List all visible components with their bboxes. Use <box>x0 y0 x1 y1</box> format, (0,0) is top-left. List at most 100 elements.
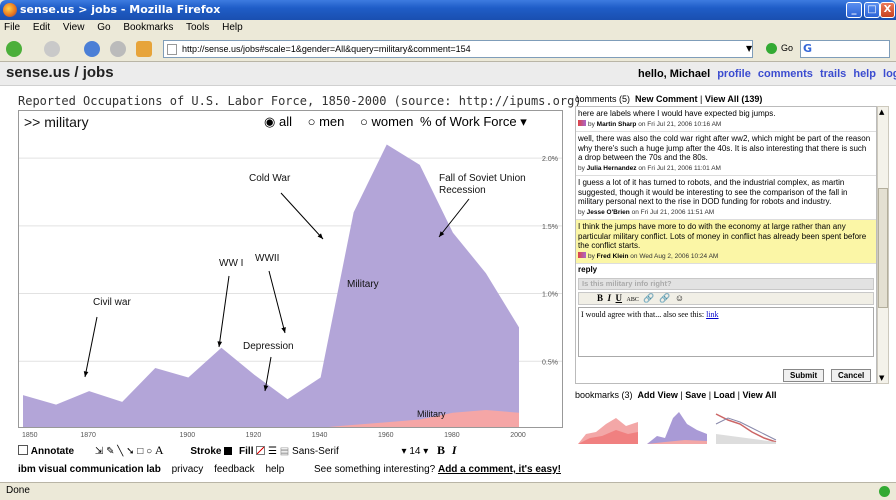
stroke-color-swatch[interactable] <box>224 447 233 455</box>
comment-author[interactable]: Fred Klein <box>597 253 629 260</box>
bookmark-thumbnail[interactable] <box>576 404 640 446</box>
annotation-ww2: WWII <box>255 253 279 264</box>
status-text: Done <box>6 485 30 496</box>
arrow-civil-war-head <box>83 371 89 377</box>
spellcheck-icon[interactable]: ABC <box>627 297 639 303</box>
go-button[interactable]: Go <box>781 43 793 53</box>
profile-link[interactable]: profile <box>717 68 751 80</box>
save-link[interactable]: Save <box>685 390 706 400</box>
menu-bookmarks[interactable]: Bookmarks <box>123 22 173 33</box>
back-icon[interactable] <box>6 41 22 57</box>
bold-format-button[interactable]: B <box>597 293 603 303</box>
italic-format-button[interactable]: I <box>608 293 612 303</box>
pen-tool-icon[interactable]: ✎ <box>106 446 114 457</box>
trails-link[interactable]: trails <box>820 68 846 80</box>
line-weight-icon[interactable]: ☰ <box>268 446 277 457</box>
annotate-checkbox[interactable] <box>18 445 28 455</box>
help-link[interactable]: help <box>853 68 876 80</box>
bookmark-thumbnail[interactable] <box>714 404 778 446</box>
menu-go[interactable]: Go <box>97 22 110 33</box>
scrollbar-thumb[interactable] <box>878 188 888 308</box>
comment-author[interactable]: Martin Sharp <box>597 121 637 128</box>
comment-author[interactable]: Jesse O'Brien <box>587 209 630 216</box>
menu-view[interactable]: View <box>63 22 85 33</box>
text-tool-icon[interactable]: A <box>155 443 164 457</box>
menu-tools[interactable]: Tools <box>186 22 209 33</box>
reply-link[interactable]: reply <box>576 264 876 275</box>
view-all-comments-link[interactable]: View All (139) <box>705 94 763 104</box>
annotation-civil-war: Civil war <box>93 297 131 308</box>
radio-all[interactable]: ◉ all <box>264 114 298 129</box>
stroke-label: Stroke <box>190 446 222 457</box>
italic-button[interactable]: I <box>452 443 457 457</box>
submit-button[interactable]: Submit <box>783 369 825 382</box>
url-bar[interactable]: http://sense.us/jobs#scale=1&gender=All&… <box>163 40 753 58</box>
google-icon: G <box>803 42 813 55</box>
comment-item[interactable]: I guess a lot of it has turned to robots… <box>576 176 876 220</box>
menu-edit[interactable]: Edit <box>33 22 50 33</box>
measure-dropdown[interactable]: % of Work Force ▾ <box>420 114 527 130</box>
arrow-tool-icon[interactable]: ➘ <box>126 446 134 457</box>
comment-author[interactable]: Julia Hernandez <box>587 165 637 172</box>
query-label[interactable]: >> military <box>24 114 89 130</box>
close-button[interactable]: X <box>880 2 895 18</box>
rect-tool-icon[interactable]: □ <box>137 446 143 457</box>
radio-men[interactable]: ○ men <box>308 114 351 129</box>
comment-item-selected[interactable]: I think the jumps have more to do with t… <box>576 220 876 264</box>
pointer-tool-icon[interactable]: ⇲ <box>95 446 103 457</box>
ibm-lab-link[interactable]: ibm visual communication lab <box>18 464 161 475</box>
cancel-button[interactable]: Cancel <box>831 369 872 382</box>
chevron-down-icon: ▾ <box>520 114 527 129</box>
menu-file[interactable]: File <box>4 22 20 33</box>
radio-women-label: women <box>371 114 414 129</box>
menu-bar: File Edit View Go Bookmarks Tools Help <box>0 20 896 36</box>
comment-item[interactable]: here are labels where I would have expec… <box>576 107 876 132</box>
menu-help[interactable]: Help <box>222 22 243 33</box>
radio-women[interactable]: ○ women <box>360 114 419 129</box>
ellipse-tool-icon[interactable]: ○ <box>146 446 152 457</box>
underline-format-button[interactable]: U <box>616 293 623 303</box>
annotation-depression: Depression <box>243 341 294 352</box>
view-all-bookmarks-link[interactable]: View All <box>742 390 776 400</box>
go-icon[interactable] <box>766 43 777 54</box>
trail-icon <box>578 251 586 258</box>
footer-help-link[interactable]: help <box>265 464 284 475</box>
unlink-icon[interactable]: 🔗 <box>659 293 670 303</box>
scroll-down-icon[interactable]: ▼ <box>879 374 884 382</box>
maximize-button[interactable]: □ <box>864 2 880 18</box>
reload-icon[interactable] <box>84 41 100 57</box>
smiley-icon[interactable]: ☺ <box>675 293 684 303</box>
logout-link[interactable]: logout <box>883 68 896 80</box>
font-size-select[interactable]: ▾ 14 ▾ <box>402 446 429 457</box>
minimize-button[interactable]: _ <box>846 2 862 18</box>
home-icon[interactable] <box>136 41 152 57</box>
comment-text: I guess a lot of it has turned to robots… <box>578 178 848 206</box>
bookmark-thumbnail[interactable] <box>645 404 709 446</box>
add-view-link[interactable]: Add View <box>638 390 678 400</box>
search-box[interactable]: G <box>800 40 890 58</box>
load-link[interactable]: Load <box>714 390 736 400</box>
reply-link-anchor[interactable]: link <box>706 310 718 319</box>
comments-link[interactable]: comments <box>758 68 813 80</box>
line-style-icon[interactable]: ▤ <box>280 446 289 457</box>
bold-button[interactable]: B <box>437 443 445 457</box>
scroll-up-icon[interactable]: ▲ <box>879 108 884 116</box>
site-logo[interactable]: sense.us / jobs <box>6 64 114 81</box>
comment-item[interactable]: well, there was also the cold war right … <box>576 132 876 176</box>
stop-icon[interactable] <box>110 41 126 57</box>
comment-text: well, there was also the cold war right … <box>578 134 871 162</box>
comment-body-textarea[interactable]: I would agree with that... also see this… <box>578 307 874 357</box>
chart-area[interactable]: 0.5% 1.0% 1.5% 2.0% Civil war WW I WWII Depress… <box>18 110 563 428</box>
link-icon[interactable]: 🔗 <box>643 293 654 303</box>
annotation-ww1: WW I <box>219 258 243 269</box>
line-tool-icon[interactable]: ╲ <box>117 446 123 457</box>
privacy-link[interactable]: privacy <box>172 464 204 475</box>
forward-icon[interactable] <box>44 41 60 57</box>
comment-subject-input[interactable]: Is this military info right? <box>578 278 874 290</box>
add-comment-link[interactable]: Add a comment, it's easy! <box>438 464 561 475</box>
fill-none-swatch[interactable] <box>256 446 266 455</box>
new-comment-link[interactable]: New Comment <box>635 94 698 104</box>
font-family-select[interactable]: Sans-Serif <box>292 446 339 457</box>
feedback-link[interactable]: feedback <box>214 464 255 475</box>
url-dropdown-icon[interactable]: ▼ <box>746 44 752 53</box>
